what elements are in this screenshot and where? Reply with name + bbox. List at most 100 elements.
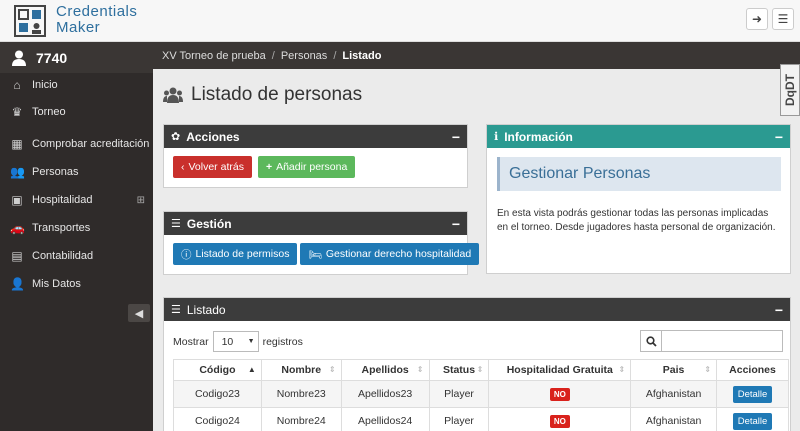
cell-nombre: Nombre24 <box>260 407 342 431</box>
cell-pais: Afghanistan <box>630 407 718 431</box>
sort-icon: ⇕ <box>329 365 336 374</box>
arrow-left-icon: ◀ <box>134 307 144 320</box>
user-bar[interactable]: 7740 <box>0 42 153 73</box>
col-codigo[interactable]: Código ▲ <box>173 359 262 381</box>
col-apellidos[interactable]: Apellidos ⇕ <box>340 359 430 381</box>
cell-hospitalidad: NO <box>488 380 632 408</box>
panel-title: Listado <box>186 302 226 317</box>
dt-badge: DqDT <box>780 64 800 116</box>
sidebar-item-label: Contabilidad <box>32 250 94 262</box>
collapse-panel-button[interactable]: − <box>445 212 467 235</box>
detalle-button[interactable]: Detalle <box>732 386 773 403</box>
listado-panel: ☰ Listado − Mostrar 10 ▼ registros Códig… <box>163 297 791 431</box>
panel-title: Información <box>504 129 573 144</box>
table-row: Codigo23 Nombre23 Apellidos23 Player NO … <box>173 380 789 408</box>
list-icon: ☰ <box>171 218 181 230</box>
col-nombre[interactable]: Nombre ⇕ <box>260 359 342 381</box>
sidebar-item-label: Inicio <box>32 79 58 91</box>
col-label: Hospitalidad Gratuita <box>506 364 613 376</box>
informacion-panel: ℹ Información − Gestionar Personas En es… <box>486 124 791 274</box>
sidebar-item-mis-datos[interactable]: 👤 Mis Datos <box>0 272 153 296</box>
users-icon <box>163 87 183 103</box>
menu-button[interactable]: ☰ <box>772 8 794 30</box>
cell-acciones: Detalle <box>716 407 789 431</box>
acciones-panel: ✿ Acciones − ‹ Volver atrás + Añadir per… <box>163 124 468 188</box>
no-badge: NO <box>549 388 570 401</box>
gear-icon: ✿ <box>171 131 181 143</box>
sidebar-item-torneo[interactable]: ♛ Torneo <box>0 100 153 124</box>
sidebar-item-comprobar[interactable]: ▦ Comprobar acreditación <box>0 132 153 156</box>
sidebar-item-label: Transportes <box>32 222 91 234</box>
breadcrumb-item[interactable]: Personas <box>281 50 327 62</box>
col-label: Código <box>199 364 236 376</box>
permisos-button[interactable]: ⓘ Listado de permisos <box>173 243 298 265</box>
plus-icon: + <box>265 161 273 173</box>
collapse-panel-button[interactable]: − <box>768 298 790 321</box>
col-pais[interactable]: Pais ⇕ <box>630 359 718 381</box>
sort-asc-icon: ▲ <box>247 365 256 374</box>
add-person-button[interactable]: + Añadir persona <box>257 156 356 178</box>
cell-codigo: Codigo23 <box>173 380 262 408</box>
col-hospitalidad[interactable]: Hospitalidad Gratuita ⇕ <box>488 359 632 381</box>
info-heading: Gestionar Personas <box>497 157 781 191</box>
search-box <box>640 330 783 352</box>
search-button[interactable] <box>640 330 662 352</box>
cell-status: Player <box>428 407 490 431</box>
sidebar-item-contabilidad[interactable]: ▤ Contabilidad <box>0 244 153 268</box>
cell-codigo: Codigo24 <box>173 407 262 431</box>
sidebar-item-personas[interactable]: 👥 Personas <box>0 160 153 184</box>
panel-title: Acciones <box>186 129 240 144</box>
sort-icon: ⇕ <box>416 365 424 374</box>
info-circle-icon: ⓘ <box>181 248 192 261</box>
cell-apellidos: Apellidos23 <box>340 380 430 408</box>
breadcrumb-separator: / <box>271 49 275 62</box>
acciones-panel-header: ✿ Acciones − <box>164 125 467 148</box>
cell-nombre: Nombre23 <box>260 380 342 408</box>
logo-icon <box>14 5 46 37</box>
records-label: registros <box>262 335 303 348</box>
top-bar: Credentials Maker ➜ ☰ <box>0 0 800 42</box>
col-label: Acciones <box>729 364 776 376</box>
logout-button[interactable]: ➜ <box>746 8 768 30</box>
page-length-value: 10 <box>221 335 234 348</box>
cell-acciones: Detalle <box>716 380 789 408</box>
page-length-select[interactable]: 10 ▼ <box>212 331 259 352</box>
breadcrumb: XV Torneo de prueba / Personas / Listado… <box>153 42 800 116</box>
col-label: Pais <box>662 364 685 376</box>
collapse-sidebar-button[interactable]: ◀ <box>128 304 150 322</box>
collapse-panel-button[interactable]: − <box>445 125 467 148</box>
detalle-button[interactable]: Detalle <box>732 413 773 430</box>
gestion-panel: ☰ Gestión − ⓘ Listado de permisos 🛏 Gest… <box>163 211 480 275</box>
page-length-control: Mostrar 10 ▼ registros <box>173 331 303 352</box>
back-button[interactable]: ‹ Volver atrás <box>173 156 252 178</box>
breadcrumb-item[interactable]: XV Torneo de prueba <box>162 50 266 62</box>
logo-text: Credentials Maker <box>56 4 137 36</box>
list-icon: ☰ <box>171 304 181 316</box>
user-id: 7740 <box>36 49 68 66</box>
sort-icon: ⇕ <box>704 365 712 374</box>
chevron-left-icon: ‹ <box>181 161 185 173</box>
info-icon: ℹ <box>494 131 499 143</box>
breadcrumb-current: Listado <box>342 49 382 62</box>
sidebar-item-transportes[interactable]: 🚗 Transportes <box>0 216 153 240</box>
page-title-text: Listado de personas <box>191 84 363 105</box>
home-icon: ⌂ <box>13 78 21 92</box>
listado-panel-header: ☰ Listado − <box>164 298 790 321</box>
breadcrumb-separator: / <box>333 49 337 62</box>
sidebar-item-inicio[interactable]: ⌂ Inicio <box>0 73 153 97</box>
col-acciones: Acciones <box>716 359 789 381</box>
users-icon: 👥 <box>10 165 25 179</box>
cell-hospitalidad: NO <box>488 407 632 431</box>
sidebar-item-hospitalidad[interactable]: ▣ Hospitalidad ⊞ <box>0 188 153 212</box>
info-text: En esta vista podrás gestionar todas las… <box>497 208 776 233</box>
collapse-panel-button[interactable]: − <box>768 125 790 148</box>
hospitalidad-button[interactable]: 🛏 Gestionar derecho hospitalidad <box>300 243 480 265</box>
sidebar-item-label: Comprobar acreditación <box>32 138 150 150</box>
user-icon: 👤 <box>10 277 25 291</box>
col-label: Status <box>442 364 476 376</box>
gestion-panel-header: ☰ Gestión − <box>164 212 467 235</box>
car-icon: 🚗 <box>10 221 25 235</box>
permisos-label: Listado de permisos <box>195 248 290 260</box>
search-input[interactable] <box>662 330 783 352</box>
col-status[interactable]: Status ⇕ <box>428 359 490 381</box>
